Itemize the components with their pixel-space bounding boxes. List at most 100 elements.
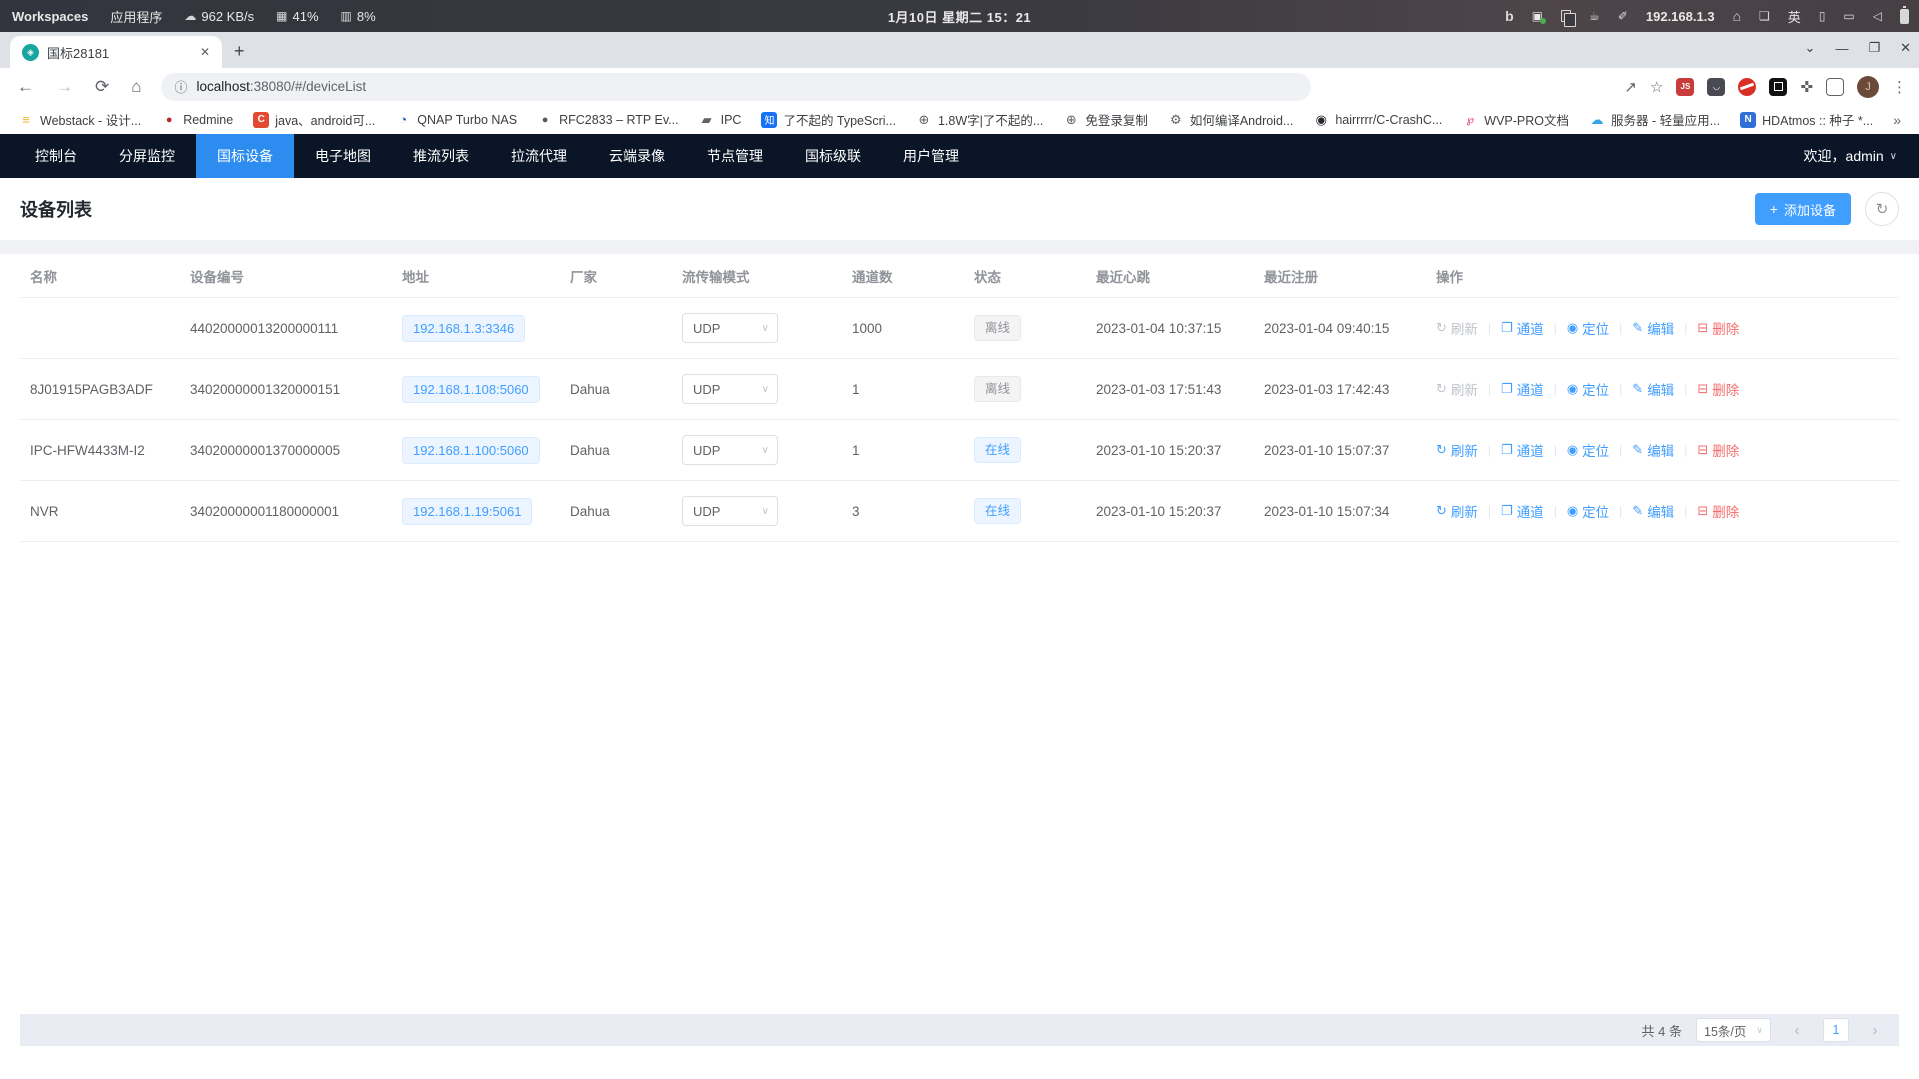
- browser-menu-icon[interactable]: ⋮: [1892, 78, 1907, 96]
- stream-mode-select[interactable]: UDP ∨: [682, 435, 778, 465]
- bookmark-item[interactable]: ▰ IPC: [691, 109, 750, 131]
- edit-action[interactable]: ✎ 编辑: [1632, 440, 1674, 460]
- locate-action[interactable]: ◉ 定位: [1567, 318, 1609, 338]
- bookmark-item[interactable]: ● Redmine: [153, 109, 241, 131]
- frame-extension-icon[interactable]: [1769, 78, 1787, 96]
- stream-mode-select[interactable]: UDP ∨: [682, 313, 778, 343]
- js-extension-icon[interactable]: JS: [1676, 78, 1694, 96]
- window-close-button[interactable]: ✕: [1900, 40, 1911, 56]
- ip-address-indicator[interactable]: 192.168.1.3: [1646, 9, 1715, 24]
- address-bar[interactable]: ⓘ localhost:38080/#/deviceList: [161, 73, 1311, 101]
- new-tab-button[interactable]: +: [222, 41, 257, 68]
- locate-action[interactable]: ◉ 定位: [1567, 501, 1609, 521]
- edit-action[interactable]: ✎ 编辑: [1632, 318, 1674, 338]
- coffee-tray-icon[interactable]: ☕: [1589, 9, 1600, 23]
- home-tray-icon[interactable]: ⌂: [1733, 8, 1741, 24]
- stream-mode-select[interactable]: UDP ∨: [682, 496, 778, 526]
- bookmark-item[interactable]: ◔ QNAP Turbo NAS: [387, 109, 525, 131]
- page-size-select[interactable]: 15条/页 ∨: [1696, 1018, 1771, 1042]
- edit-action[interactable]: ✎ 编辑: [1632, 501, 1674, 521]
- nav-item[interactable]: 用户管理: [882, 134, 980, 178]
- color-picker-tray-icon[interactable]: ✐: [1618, 9, 1628, 23]
- locate-action[interactable]: ◉ 定位: [1567, 379, 1609, 399]
- clock[interactable]: 1月10日 星期二 15：21: [888, 7, 1031, 26]
- tab-search-icon[interactable]: ⌄: [1805, 40, 1816, 56]
- address-chip[interactable]: 192.168.1.19:5061: [402, 498, 532, 525]
- nav-item[interactable]: 控制台: [14, 134, 98, 178]
- nav-item[interactable]: 国标设备: [196, 134, 294, 178]
- channel-action[interactable]: ❐ 通道: [1501, 501, 1544, 521]
- forward-button[interactable]: →: [47, 75, 82, 99]
- home-button[interactable]: ⌂: [122, 75, 150, 99]
- profile-avatar[interactable]: J: [1857, 76, 1879, 98]
- bookmark-item[interactable]: N HDAtmos :: 种子 *...: [1732, 107, 1881, 132]
- channel-action[interactable]: ❐ 通道: [1501, 440, 1544, 460]
- nav-item[interactable]: 推流列表: [392, 134, 490, 178]
- channel-action[interactable]: ❐ 通道: [1501, 379, 1544, 399]
- tab-close-icon[interactable]: ✕: [196, 43, 214, 61]
- workspace-switcher-icon[interactable]: ❏: [1759, 9, 1770, 23]
- nav-item[interactable]: 云端录像: [588, 134, 686, 178]
- split-screen-extension-icon[interactable]: [1826, 78, 1844, 96]
- input-method-indicator[interactable]: 英: [1788, 7, 1801, 26]
- refresh-action[interactable]: ↻ 刷新: [1436, 379, 1478, 399]
- bookmark-item[interactable]: ☁ 服务器 - 轻量应用...: [1581, 107, 1728, 132]
- volume-icon[interactable]: ◁: [1873, 9, 1882, 23]
- channel-action[interactable]: ❐ 通道: [1501, 318, 1544, 338]
- bookmark-item[interactable]: ⊕ 免登录复制: [1055, 107, 1156, 132]
- nav-item-label: 拉流代理: [511, 148, 567, 164]
- delete-action[interactable]: ⊟ 删除: [1697, 501, 1739, 521]
- address-chip[interactable]: 192.168.1.108:5060: [402, 376, 540, 403]
- window-minimize-button[interactable]: —: [1835, 41, 1848, 56]
- nav-item[interactable]: 节点管理: [686, 134, 784, 178]
- nav-item[interactable]: 分屏监控: [98, 134, 196, 178]
- address-chip[interactable]: 192.168.1.3:3346: [402, 315, 525, 342]
- applications-menu[interactable]: 应用程序: [110, 7, 162, 26]
- edit-action[interactable]: ✎ 编辑: [1632, 379, 1674, 399]
- share-icon[interactable]: ↗: [1624, 78, 1637, 96]
- mask-extension-icon[interactable]: ◡: [1707, 78, 1725, 96]
- user-menu[interactable]: 欢迎，admin ∨: [1804, 146, 1919, 166]
- battery-icon[interactable]: [1900, 9, 1909, 24]
- next-page-button[interactable]: ›: [1863, 1018, 1887, 1042]
- current-page-button[interactable]: 1: [1823, 1018, 1849, 1042]
- workspaces-button[interactable]: Workspaces: [12, 9, 88, 24]
- bing-tray-icon[interactable]: b: [1505, 8, 1514, 24]
- add-device-button[interactable]: + 添加设备: [1755, 193, 1851, 225]
- refresh-action[interactable]: ↻ 刷新: [1436, 318, 1478, 338]
- display-tray-icon[interactable]: ▭: [1843, 9, 1854, 23]
- refresh-action[interactable]: ↻ 刷新: [1436, 440, 1478, 460]
- reload-button[interactable]: ⟳: [86, 75, 118, 99]
- refresh-list-button[interactable]: ↻: [1865, 192, 1899, 226]
- address-chip[interactable]: 192.168.1.100:5060: [402, 437, 540, 464]
- bookmark-item[interactable]: ⊕ 1.8W字|了不起的...: [908, 107, 1051, 132]
- nav-item[interactable]: 拉流代理: [490, 134, 588, 178]
- delete-action[interactable]: ⊟ 删除: [1697, 318, 1739, 338]
- site-info-icon[interactable]: ⓘ: [175, 77, 188, 96]
- adblock-extension-icon[interactable]: [1738, 78, 1756, 96]
- bookmark-star-icon[interactable]: ☆: [1650, 78, 1663, 96]
- phone-link-icon[interactable]: ▯: [1819, 9, 1826, 23]
- prev-page-button[interactable]: ‹: [1785, 1018, 1809, 1042]
- bookmark-item[interactable]: 知 了不起的 TypeScri...: [753, 107, 904, 132]
- extensions-puzzle-icon[interactable]: ✜: [1800, 78, 1813, 96]
- bookmark-item[interactable]: ◉ hairrrrr/C-CrashC...: [1305, 109, 1450, 131]
- delete-action[interactable]: ⊟ 删除: [1697, 379, 1739, 399]
- bookmark-item[interactable]: ≡ Webstack - 设计...: [10, 107, 149, 132]
- bookmark-item[interactable]: ℘ WVP-PRO文档: [1454, 107, 1577, 132]
- bookmark-item[interactable]: ● RFC2833 – RTP Ev...: [529, 109, 687, 131]
- screenshot-tray-icon[interactable]: ▣: [1532, 9, 1543, 23]
- bookmark-item[interactable]: C java、android可...: [245, 107, 383, 132]
- delete-action[interactable]: ⊟ 删除: [1697, 440, 1739, 460]
- locate-action[interactable]: ◉ 定位: [1567, 440, 1609, 460]
- bookmarks-overflow-icon[interactable]: »: [1893, 112, 1909, 128]
- browser-tab[interactable]: ◈ 国标28181 ✕: [10, 36, 222, 68]
- clipboard-tray-icon[interactable]: [1561, 10, 1571, 22]
- bookmark-item[interactable]: ⚙ 如何编译Android...: [1160, 107, 1302, 132]
- nav-item[interactable]: 国标级联: [784, 134, 882, 178]
- back-button[interactable]: ←: [8, 75, 43, 99]
- refresh-action[interactable]: ↻ 刷新: [1436, 501, 1478, 521]
- window-restore-button[interactable]: ❐: [1868, 40, 1880, 56]
- stream-mode-select[interactable]: UDP ∨: [682, 374, 778, 404]
- nav-item[interactable]: 电子地图: [294, 134, 392, 178]
